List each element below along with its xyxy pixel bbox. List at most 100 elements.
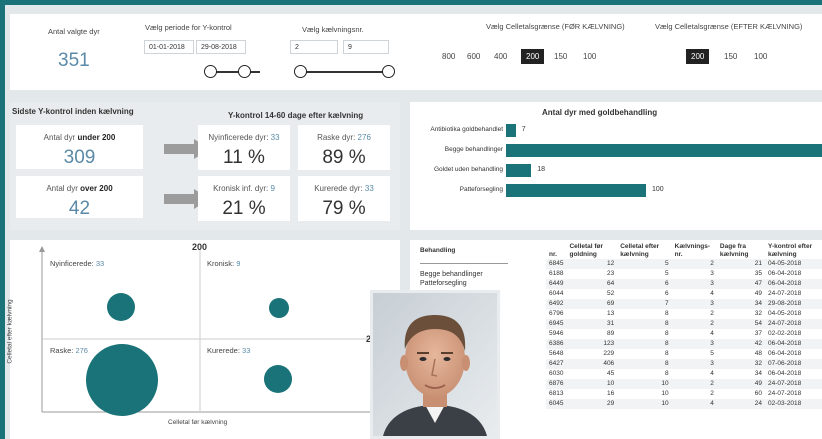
- table-cell: 6188: [549, 270, 564, 277]
- table-cell: 6: [665, 290, 669, 297]
- table-row[interactable]: 6813 16 10 2 60 24-07-2018: [546, 389, 822, 399]
- bar[interactable]: [506, 124, 516, 137]
- celle-foer-label: Vælg Celletalsgrænse (FØR KÆLVNING): [486, 22, 625, 31]
- table-cell: 34: [754, 370, 763, 377]
- table-cell: 89: [606, 330, 615, 337]
- table-row[interactable]: 6449 64 6 3 47 06-04-2018: [546, 279, 822, 289]
- bar-label: Begge behandlinger: [444, 146, 503, 153]
- celle-efter-label: Vælg Celletalsgrænse (EFTER KÆLVNING): [655, 22, 803, 31]
- bar-value-label: 100: [652, 186, 664, 193]
- table-cell: 6044: [549, 290, 564, 297]
- behandling-item[interactable]: Begge behandlinger: [420, 270, 520, 279]
- table-row[interactable]: 6796 13 8 2 32 04-05-2018: [546, 309, 822, 319]
- celle-foer-option-100[interactable]: 100: [583, 52, 596, 61]
- table-column-header[interactable]: Kælvnings-nr.: [672, 242, 717, 259]
- table-row[interactable]: 6492 69 7 3 34 29-08-2018: [546, 299, 822, 309]
- celle-efter-option-100[interactable]: 100: [754, 52, 767, 61]
- kaelv-slider-start-handle[interactable]: [294, 65, 307, 78]
- kaelv-from-input[interactable]: 2: [290, 40, 338, 54]
- celle-efter-option-200[interactable]: 200: [686, 49, 710, 64]
- table-row[interactable]: 6876 10 10 2 49 24-07-2018: [546, 379, 822, 389]
- table-cell: 8: [617, 359, 672, 369]
- date-slider-track[interactable]: [210, 71, 260, 73]
- y-axis-arrow-icon: [39, 246, 45, 252]
- celle-efter-option-150[interactable]: 150: [724, 52, 737, 61]
- celle-foer-option-200[interactable]: 200: [521, 49, 545, 64]
- kaelv-slider-track[interactable]: [300, 71, 390, 73]
- table-row[interactable]: 6945 31 8 2 54 24-07-2018: [546, 319, 822, 329]
- table-cell: 6: [617, 279, 672, 289]
- quadrant-kurerede-label: Kurerede: 33: [207, 346, 250, 355]
- table-cell: 3: [671, 299, 717, 309]
- bar-value-label: 18: [537, 166, 545, 173]
- date-from-input[interactable]: 01-01-2018: [144, 40, 194, 54]
- table-cell: 06-04-2018: [768, 350, 802, 357]
- bar-label: Patteforsegling: [459, 186, 503, 193]
- nyinf-label: Nyinficerede dyr:: [208, 133, 269, 142]
- table-cell: 10: [566, 379, 618, 389]
- table-column-header[interactable]: Dage fra kælvning: [717, 242, 765, 259]
- table-cell: 8: [665, 350, 669, 357]
- celle-foer-option-800[interactable]: 800: [442, 52, 455, 61]
- table-cell: 8: [617, 319, 672, 329]
- bar[interactable]: [506, 164, 532, 177]
- table-row[interactable]: 5648 229 8 5 48 06-04-2018: [546, 349, 822, 359]
- kronisk-count: 9: [270, 184, 275, 193]
- quadrant-raske-label: Raske: 276: [50, 346, 88, 355]
- right-section-title: Y-kontrol 14-60 dage efter kælvning: [228, 111, 364, 120]
- table-row[interactable]: 6188 23 5 3 35 06-04-2018: [546, 269, 822, 279]
- table-cell: 06-04-2018: [768, 370, 802, 377]
- table-cell: 32: [716, 359, 766, 369]
- table-row[interactable]: 6386 123 8 3 42 06-04-2018: [546, 339, 822, 349]
- raske-card: Raske dyr: 276 89 %: [298, 125, 390, 170]
- table-column-header[interactable]: Celletal før goldning: [566, 242, 617, 259]
- bar[interactable]: [506, 144, 822, 157]
- table-column-header[interactable]: nr.: [546, 242, 566, 259]
- table-cell: 49: [716, 379, 766, 389]
- behandling-item[interactable]: Patteforsegling: [420, 279, 520, 288]
- table-row[interactable]: 6045 29 10 4 24 02-03-2018: [546, 399, 822, 409]
- table-cell: 6813: [549, 390, 564, 397]
- table-cell: 3: [671, 339, 717, 349]
- table-column-header[interactable]: Celletal efter kælvning: [617, 242, 671, 259]
- table-row[interactable]: 6427 406 8 3 32 07-06-2018: [546, 359, 822, 369]
- table-cell: 5: [710, 350, 714, 357]
- table-cell: 8: [665, 330, 669, 337]
- bubble-raske: [86, 344, 158, 416]
- bar-label: Goldet uden behandling: [433, 166, 503, 173]
- table-cell: 2: [671, 379, 717, 389]
- table-row[interactable]: 6030 45 8 4 34 06-04-2018: [546, 369, 822, 379]
- date-slider-start-handle[interactable]: [204, 65, 217, 78]
- date-to-input[interactable]: 29-08-2018: [196, 40, 246, 54]
- kaelvning-label: Vælg kælvningsnr.: [302, 25, 364, 34]
- kaelv-slider-end-handle[interactable]: [382, 65, 395, 78]
- celle-foer-option-150[interactable]: 150: [554, 52, 567, 61]
- table-cell: 69: [566, 299, 618, 309]
- table-cell: 4: [710, 330, 714, 337]
- q-kronisk-name: Kronisk:: [207, 259, 235, 268]
- q-nyinf-name: Nyinficerede:: [50, 259, 94, 268]
- table-cell: 6427: [546, 359, 567, 369]
- table-cell: 6492: [546, 299, 567, 309]
- table-row[interactable]: 6845 12 5 2 21 04-05-2018: [546, 259, 822, 269]
- date-slider-end-handle[interactable]: [238, 65, 251, 78]
- table-row[interactable]: 5946 89 8 4 37 02-02-2018: [546, 329, 822, 339]
- table-header-row: nr. Celletal før goldning Celletal efter k…: [546, 242, 822, 259]
- table-cell: 24: [716, 399, 766, 409]
- table-column-header[interactable]: Y-kontrol efter kælvning: [765, 242, 822, 259]
- under-value: 309: [63, 147, 96, 168]
- table-cell: 8: [665, 310, 669, 317]
- table-cell: 45: [606, 370, 615, 377]
- kaelv-to-input[interactable]: 9: [343, 40, 389, 54]
- goldbehandling-chart-panel: Antal dyr med goldbehandling Antibiotika…: [410, 102, 822, 230]
- celle-foer-option-400[interactable]: 400: [494, 52, 507, 61]
- table-cell: 13: [606, 310, 615, 317]
- bubble-nyinficerede: [107, 293, 135, 321]
- table-cell: 21: [716, 259, 766, 269]
- bubble-kurerede: [264, 365, 292, 393]
- raske-count: 276: [357, 133, 371, 142]
- quadrant-chart: [39, 246, 379, 416]
- celle-foer-option-600[interactable]: 600: [467, 52, 480, 61]
- bar[interactable]: [506, 184, 646, 197]
- table-row[interactable]: 6044 52 6 4 49 24-07-2018: [546, 289, 822, 299]
